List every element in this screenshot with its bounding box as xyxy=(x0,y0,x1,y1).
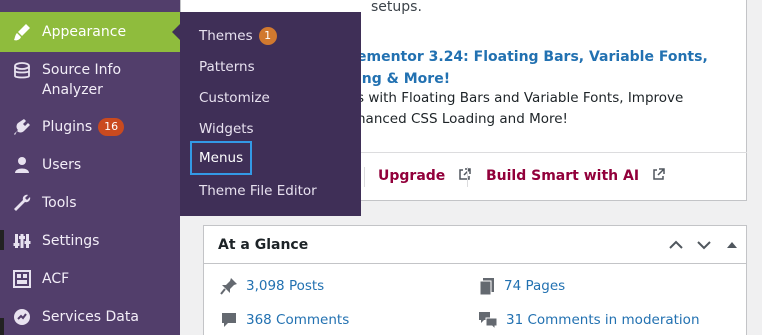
sidebar-item-settings[interactable]: Settings xyxy=(0,228,180,256)
user-icon xyxy=(11,154,33,176)
submenu-item-label: Customize xyxy=(199,90,270,106)
comment-icon xyxy=(222,313,236,327)
sidebar-item-label: Plugins xyxy=(42,119,93,135)
chevron-down-icon xyxy=(697,241,711,250)
toggle-panel-button[interactable] xyxy=(722,235,742,255)
news-title-link[interactable]: ementor 3.24: Floating Bars, Variable Fo… xyxy=(357,46,717,90)
submenu-item-label: Theme File Editor xyxy=(199,183,317,199)
sidebar-item-label-wrap: Plugins 16 xyxy=(42,117,125,137)
build-smart-label: Build Smart with AI xyxy=(486,168,640,184)
chevron-up-icon xyxy=(669,240,683,249)
submenu-item-customize[interactable]: Customize xyxy=(190,83,279,113)
pin-icon xyxy=(220,278,237,295)
sidebar-item-label: Users xyxy=(42,157,82,173)
scroll-hint xyxy=(0,318,4,335)
sidebar-item-label-line1: Source Info xyxy=(42,62,122,78)
acf-icon xyxy=(11,268,33,290)
comments-count-link[interactable]: 368 Comments xyxy=(220,311,349,329)
pages-icon xyxy=(479,278,494,295)
news-desc-line2: nanced CSS Loading and More! xyxy=(357,111,568,127)
widget-title: At a Glance xyxy=(218,237,309,253)
posts-count-link[interactable]: 3,098 Posts xyxy=(220,277,324,295)
scroll-hint xyxy=(0,230,4,250)
pages-count-label: 74 Pages xyxy=(504,278,566,294)
moderation-count-label: 31 Comments in moderation xyxy=(506,312,700,328)
submenu-item-label: Widgets xyxy=(199,121,254,137)
settings-icon xyxy=(11,230,33,252)
sidebar-item-label-line2: Analyzer xyxy=(42,82,103,98)
divider xyxy=(364,167,365,187)
move-up-button[interactable] xyxy=(666,235,686,255)
submenu-item-label: Menus xyxy=(199,150,244,166)
sidebar-item-label: Services Data xyxy=(42,309,139,325)
submenu-item-label: Themes xyxy=(199,28,253,44)
move-down-button[interactable] xyxy=(694,235,714,255)
plugins-count-badge: 16 xyxy=(98,118,125,136)
news-title-line1: ementor 3.24: Floating Bars, Variable Fo… xyxy=(357,49,708,65)
triangle-up-icon xyxy=(727,242,737,248)
submenu-item-patterns[interactable]: Patterns xyxy=(190,52,264,82)
sidebar-item-plugins[interactable]: Plugins 16 xyxy=(0,112,180,146)
build-smart-ai-link[interactable]: Build Smart with AI xyxy=(486,168,665,185)
appearance-submenu: Themes 1 Patterns Customize Widgets Menu… xyxy=(180,12,361,216)
sidebar-item-label: Source Info Analyzer xyxy=(42,60,121,100)
comments-count-label: 368 Comments xyxy=(246,312,350,328)
sidebar-item-services-data[interactable]: Services Data xyxy=(0,304,180,332)
wrench-icon xyxy=(11,192,33,214)
sidebar-item-label: ACF xyxy=(42,271,70,287)
widget-header: At a Glance xyxy=(204,226,746,264)
admin-sidebar: Appearance Source Info Analyzer Plugins 1… xyxy=(0,0,180,335)
moderation-count-link[interactable]: 31 Comments in moderation xyxy=(478,311,700,329)
database-icon xyxy=(11,60,33,82)
news-snippet: setups. xyxy=(371,0,422,15)
comments-moderation-icon xyxy=(479,312,498,329)
external-link-icon xyxy=(458,168,471,185)
submenu-item-label: Patterns xyxy=(199,59,255,75)
submenu-item-theme-file-editor[interactable]: Theme File Editor xyxy=(190,176,326,206)
upgrade-link[interactable]: Upgrade xyxy=(378,168,471,185)
paintbrush-icon xyxy=(11,21,33,43)
external-link-icon xyxy=(652,168,665,185)
submenu-item-menus[interactable]: Menus xyxy=(190,141,253,175)
divider xyxy=(467,167,468,187)
news-desc-line1: s with Floating Bars and Variable Fonts,… xyxy=(357,90,684,106)
at-a-glance-widget: At a Glance 3,098 Posts 74 Pages 368 Com… xyxy=(203,225,747,335)
themes-update-badge: 1 xyxy=(258,27,277,45)
services-icon xyxy=(11,306,33,328)
sidebar-item-label: Tools xyxy=(42,195,77,211)
sidebar-item-source-info-analyzer[interactable]: Source Info Analyzer xyxy=(0,56,180,104)
sidebar-item-tools[interactable]: Tools xyxy=(0,190,180,218)
posts-count-label: 3,098 Posts xyxy=(246,278,325,294)
pages-count-link[interactable]: 74 Pages xyxy=(478,277,565,295)
submenu-item-widgets[interactable]: Widgets xyxy=(190,114,263,144)
submenu-item-themes[interactable]: Themes 1 xyxy=(190,21,286,51)
sidebar-item-appearance[interactable]: Appearance xyxy=(0,12,180,52)
news-title-line2: ing & More! xyxy=(357,71,451,87)
sidebar-item-users[interactable]: Users xyxy=(0,152,180,180)
sidebar-item-label: Settings xyxy=(42,233,100,249)
sidebar-item-label: Appearance xyxy=(42,24,127,40)
plugin-icon xyxy=(11,116,33,138)
sidebar-item-acf[interactable]: ACF xyxy=(0,266,180,294)
upgrade-label: Upgrade xyxy=(378,168,446,184)
news-description: s with Floating Bars and Variable Fonts,… xyxy=(357,88,727,130)
